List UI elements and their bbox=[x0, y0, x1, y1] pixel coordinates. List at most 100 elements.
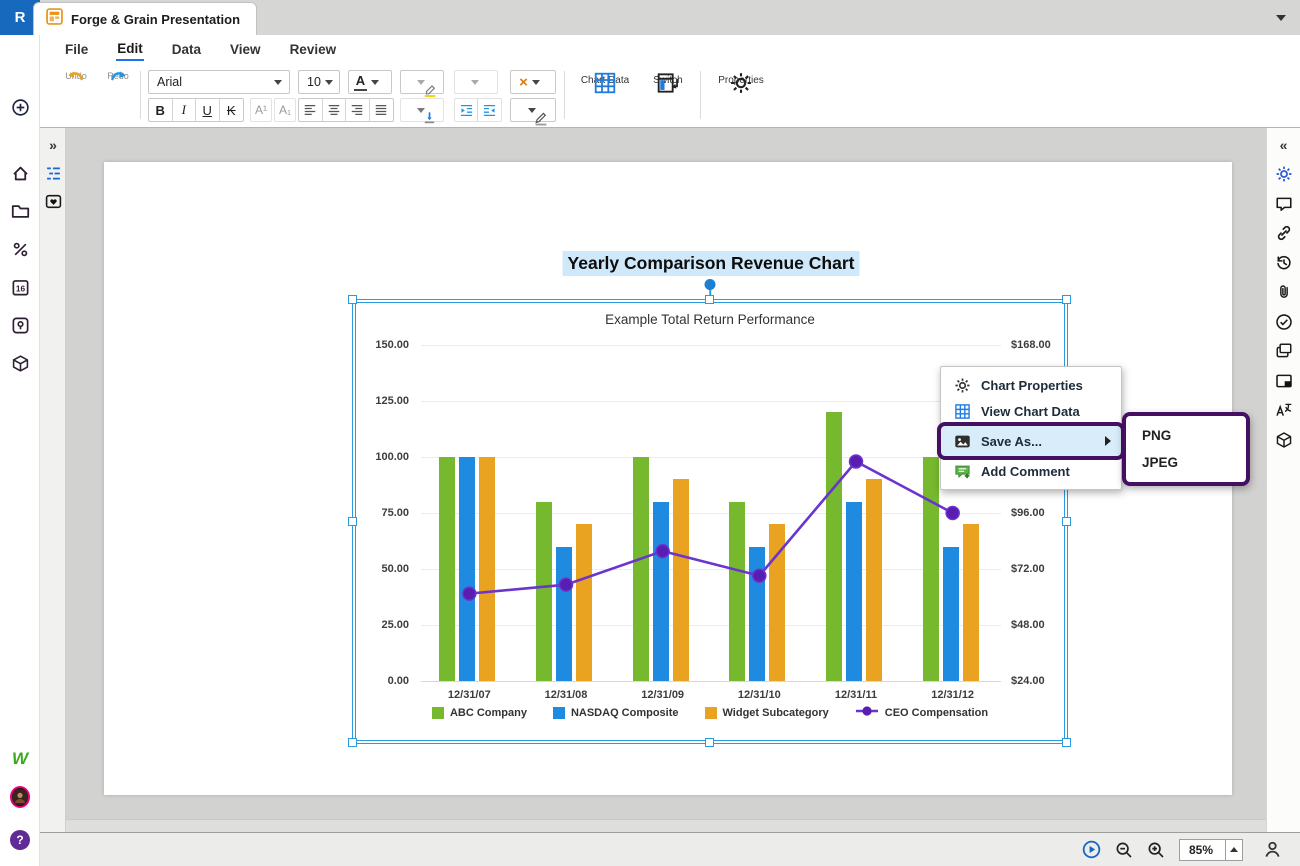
rotation-handle[interactable] bbox=[705, 279, 716, 290]
left-axis-tick-label: 75.00 bbox=[355, 507, 409, 519]
outline-view-icon[interactable] bbox=[44, 164, 62, 182]
collaborators-button[interactable] bbox=[1263, 840, 1282, 859]
properties-button[interactable]: Properties bbox=[710, 68, 772, 122]
menu-item-review[interactable]: Review bbox=[289, 40, 338, 60]
underline-button[interactable]: U bbox=[196, 99, 220, 121]
comments-icon[interactable] bbox=[1274, 194, 1293, 213]
favorite-slide-icon[interactable] bbox=[44, 192, 62, 210]
switch-button[interactable]: Switch bbox=[644, 68, 692, 122]
slide-title[interactable]: Yearly Comparison Revenue Chart bbox=[563, 251, 860, 276]
toolbar: Undo Redo Arial 10 A × bbox=[40, 64, 1300, 128]
cube-icon[interactable] bbox=[10, 353, 30, 373]
link-icon[interactable] bbox=[1274, 224, 1293, 243]
objects-3d-icon[interactable] bbox=[1274, 430, 1293, 449]
x-axis-category-label: 12/31/10 bbox=[719, 689, 799, 701]
chevron-down-icon bbox=[471, 80, 479, 85]
legend-label: ABC Company bbox=[450, 707, 527, 719]
align-left-button[interactable] bbox=[299, 99, 323, 121]
legend-swatch bbox=[432, 707, 444, 719]
user-avatar[interactable] bbox=[10, 787, 30, 807]
x-axis-category-label: 12/31/08 bbox=[526, 689, 606, 701]
bold-button[interactable]: B bbox=[149, 99, 173, 121]
clear-formatting-button[interactable]: × bbox=[510, 70, 556, 94]
menu-item-edit[interactable]: Edit bbox=[116, 39, 144, 61]
border-color-button[interactable] bbox=[510, 98, 556, 122]
collapse-window-icon[interactable] bbox=[1276, 15, 1286, 21]
font-size-select[interactable]: 10 bbox=[298, 70, 340, 94]
attachment-icon[interactable] bbox=[1274, 283, 1293, 302]
selection-handle[interactable] bbox=[348, 738, 357, 747]
align-right-button[interactable] bbox=[346, 99, 370, 121]
menu-item-view[interactable]: View bbox=[229, 40, 262, 60]
font-family-select[interactable]: Arial bbox=[148, 70, 290, 94]
align-justify-button[interactable] bbox=[370, 99, 394, 121]
zoom-level-input[interactable]: 85% bbox=[1179, 839, 1243, 861]
increase-indent-button[interactable] bbox=[478, 99, 501, 121]
w-logo-icon[interactable]: W bbox=[10, 749, 30, 769]
legend-item-abc-company: ABC Company bbox=[432, 707, 527, 719]
history-icon[interactable] bbox=[1274, 253, 1293, 272]
add-circle-icon[interactable] bbox=[10, 97, 30, 117]
document-tab[interactable]: Forge & Grain Presentation bbox=[33, 2, 257, 35]
duplicate-slides-icon[interactable] bbox=[1274, 342, 1293, 361]
expand-panel-icon[interactable]: » bbox=[44, 136, 62, 154]
settings-gear-icon[interactable] bbox=[1274, 165, 1293, 184]
selection-handle[interactable] bbox=[348, 517, 357, 526]
alignment-group bbox=[298, 98, 394, 122]
superscript-button[interactable]: A¹ bbox=[250, 98, 272, 122]
italic-button[interactable]: I bbox=[173, 99, 197, 121]
menu-item-file[interactable]: File bbox=[64, 40, 89, 60]
tasks-check-icon[interactable] bbox=[1274, 312, 1293, 331]
context-menu-label: Add Comment bbox=[981, 464, 1070, 479]
context-menu-item-save-as[interactable]: Save As... bbox=[941, 426, 1121, 456]
x-axis-category-label: 12/31/12 bbox=[913, 689, 993, 701]
context-menu-item-view-chart-data[interactable]: View Chart Data bbox=[941, 398, 1121, 424]
left-axis-tick-label: 125.00 bbox=[355, 395, 409, 407]
translate-icon[interactable] bbox=[1274, 401, 1293, 420]
horizontal-scrollbar[interactable] bbox=[66, 819, 1266, 832]
zoom-level-value: 85% bbox=[1180, 843, 1225, 857]
home-icon[interactable] bbox=[10, 163, 30, 183]
chart-legend: ABC CompanyNASDAQ CompositeWidget Subcat… bbox=[353, 705, 1067, 720]
calendar-16-icon[interactable]: 16 bbox=[10, 277, 30, 297]
subscript-button[interactable]: A₁ bbox=[274, 98, 296, 122]
font-color-button[interactable]: A bbox=[348, 70, 392, 94]
zoom-stepper[interactable] bbox=[1225, 840, 1242, 860]
context-menu-item-add-comment[interactable]: Add Comment bbox=[941, 458, 1121, 484]
zoom-in-button[interactable] bbox=[1147, 841, 1165, 859]
selection-handle[interactable] bbox=[705, 738, 714, 747]
decrease-indent-button[interactable] bbox=[455, 99, 478, 121]
strikethrough-button[interactable]: K bbox=[220, 99, 244, 121]
slide-notes-icon[interactable] bbox=[1274, 371, 1293, 390]
vertical-align-button[interactable] bbox=[400, 98, 444, 122]
fill-color-button[interactable] bbox=[454, 70, 498, 94]
selection-handle[interactable] bbox=[1062, 738, 1071, 747]
selection-handle[interactable] bbox=[348, 295, 357, 304]
align-center-button[interactable] bbox=[323, 99, 347, 121]
legend-swatch bbox=[705, 707, 717, 719]
percent-icon[interactable] bbox=[10, 239, 30, 259]
clear-formatting-icon: × bbox=[519, 74, 528, 91]
toolbar-separator bbox=[564, 71, 565, 119]
status-bar: 85% bbox=[40, 832, 1300, 866]
help-icon[interactable]: ? bbox=[10, 830, 30, 850]
undo-button[interactable]: Undo bbox=[56, 68, 96, 102]
highlight-color-button[interactable] bbox=[400, 70, 444, 94]
selection-handle[interactable] bbox=[1062, 517, 1071, 526]
context-menu-item-chart-properties[interactable]: Chart Properties bbox=[941, 372, 1121, 398]
selection-handle[interactable] bbox=[1062, 295, 1071, 304]
pin-box-icon[interactable] bbox=[10, 315, 30, 335]
submenu-item-jpeg[interactable]: JPEG bbox=[1126, 449, 1246, 476]
zoom-out-button[interactable] bbox=[1115, 841, 1133, 859]
folder-icon[interactable] bbox=[10, 201, 30, 221]
switch-rows-columns-icon bbox=[656, 71, 680, 100]
submenu-item-png[interactable]: PNG bbox=[1126, 422, 1246, 449]
present-play-button[interactable] bbox=[1082, 840, 1101, 859]
collapse-panel-icon[interactable]: « bbox=[1274, 135, 1293, 154]
editor-canvas[interactable]: Yearly Comparison Revenue Chart Example … bbox=[66, 128, 1266, 832]
redo-button[interactable]: Redo bbox=[98, 68, 138, 102]
gear-icon bbox=[954, 377, 971, 394]
selection-handle[interactable] bbox=[705, 295, 714, 304]
chart-data-button[interactable]: Chart Data bbox=[574, 68, 636, 122]
menu-item-data[interactable]: Data bbox=[171, 40, 202, 60]
